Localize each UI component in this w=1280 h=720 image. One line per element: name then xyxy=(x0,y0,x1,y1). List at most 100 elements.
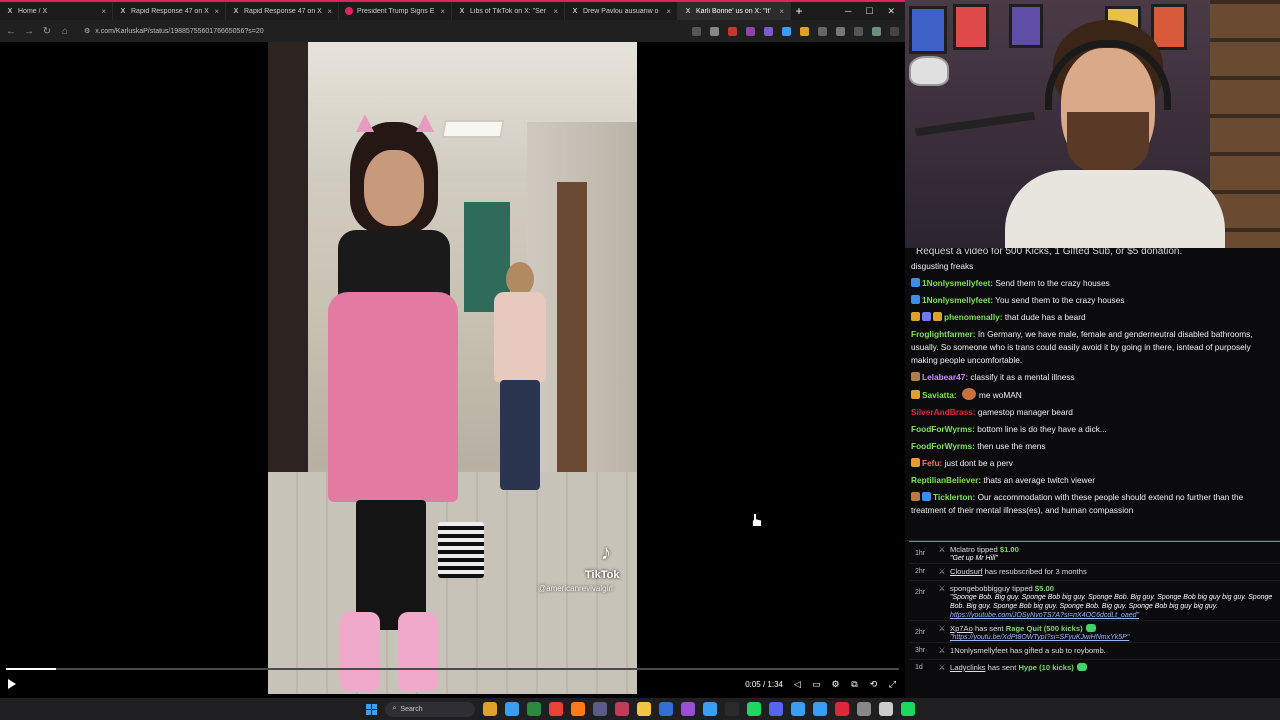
taskbar-app-icon[interactable] xyxy=(680,702,695,716)
browser-tab[interactable]: X Libs of TikTok on X: "Ser × xyxy=(452,2,565,20)
menu-icon[interactable] xyxy=(890,26,899,36)
settings-gear-icon[interactable]: ⚙ xyxy=(831,679,840,689)
taskbar-app-icon[interactable] xyxy=(636,702,651,716)
taskbar-app-icon[interactable] xyxy=(504,702,519,716)
close-tab-icon[interactable]: × xyxy=(779,7,784,16)
forward-icon[interactable]: → xyxy=(24,26,34,37)
taskbar-app-icon[interactable] xyxy=(658,702,673,716)
taskbar-app-icon[interactable] xyxy=(900,702,915,716)
install-icon[interactable] xyxy=(692,26,701,36)
taskbar-app-icon[interactable] xyxy=(768,702,783,716)
browser-tab[interactable]: President Trump Signs E × xyxy=(339,2,452,20)
bookmark-star-icon[interactable] xyxy=(710,26,719,36)
event-username[interactable]: Ladyclinks xyxy=(950,663,985,672)
chat-username[interactable]: ReptilianBeliever: xyxy=(911,475,981,485)
start-icon[interactable] xyxy=(365,703,377,715)
tab-title: Drew Pavlou ausuanw o xyxy=(583,7,659,15)
chat-text: bottom line is do they have a dick... xyxy=(977,424,1107,434)
play-icon[interactable] xyxy=(8,679,16,689)
back-icon[interactable]: ← xyxy=(6,26,16,37)
event-username[interactable]: 1Nonlysmellyfeet xyxy=(950,646,1008,655)
event-link[interactable]: "https://youtu.be/XdPt8OWTypI?si=SFyuKJw… xyxy=(950,633,1280,642)
extension-icon[interactable] xyxy=(728,26,737,36)
taskbar-app-icon[interactable] xyxy=(790,702,805,716)
event-username[interactable]: Mclatro xyxy=(950,545,975,554)
browser-tab[interactable]: X Rapid Response 47 on X × xyxy=(226,2,339,20)
taskbar-app-icon[interactable] xyxy=(834,702,849,716)
extension-icon[interactable] xyxy=(746,26,755,36)
taskbar-app-icon[interactable] xyxy=(482,702,497,716)
taskbar-app-icon[interactable] xyxy=(614,702,629,716)
close-tab-icon[interactable]: × xyxy=(666,7,671,16)
extension-icon[interactable] xyxy=(800,26,809,36)
chat-message: 1Nonlysmellyfeet: Send them to the crazy… xyxy=(911,277,1272,290)
browser-tab[interactable]: X Karli Bonne' us on X: "It' × xyxy=(678,2,791,20)
browser-tab[interactable]: X Rapid Response 47 on X × xyxy=(113,2,226,20)
taskbar-app-icon[interactable] xyxy=(746,702,761,716)
taskbar-app-icon[interactable] xyxy=(592,702,607,716)
pip-icon[interactable]: ⧉ xyxy=(850,679,859,689)
chat-message: disgusting freaks xyxy=(911,260,1272,273)
event-username[interactable]: spongebobbigguy xyxy=(950,584,1010,593)
close-tab-icon[interactable]: × xyxy=(101,7,106,16)
taskbar-app-icon[interactable] xyxy=(856,702,871,716)
chat-username[interactable]: Ticklerton: xyxy=(933,492,975,502)
extension-icon[interactable] xyxy=(764,26,773,36)
taskbar-app-icon[interactable] xyxy=(724,702,739,716)
video-progress-bar[interactable] xyxy=(6,668,899,670)
extension-icon[interactable] xyxy=(782,26,791,36)
chat-message: SilverAndBrass: gamestop manager beard xyxy=(911,406,1272,419)
event-body: Xp7Ao has sent Rage Quit (500 kicks) "htt… xyxy=(947,624,1280,642)
x-icon: X xyxy=(233,7,239,15)
chat-username[interactable]: Lelabear47: xyxy=(922,372,968,382)
event-username[interactable]: Cloudsurf xyxy=(950,567,983,576)
volume-icon[interactable]: ◁ xyxy=(793,679,802,689)
minimize-icon[interactable]: ─ xyxy=(845,6,851,16)
close-window-icon[interactable]: ✕ xyxy=(887,6,895,17)
chat-username[interactable]: Saviatta: xyxy=(922,390,957,400)
taskbar-app-icon[interactable] xyxy=(526,702,541,716)
taskbar-app-icon[interactable] xyxy=(812,702,827,716)
chat-username[interactable]: FoodForWyrms: xyxy=(911,424,975,434)
close-tab-icon[interactable]: × xyxy=(327,7,332,16)
event-amount: Rage Quit (500 kicks) xyxy=(1005,624,1083,633)
puzzle-icon[interactable] xyxy=(818,26,827,36)
fullscreen-icon[interactable]: ⤢ xyxy=(888,679,897,689)
chat-username[interactable]: FoodForWyrms: xyxy=(911,441,975,451)
chat-text: Send them to the crazy houses xyxy=(995,278,1110,288)
translate-icon[interactable] xyxy=(854,26,863,36)
kicks-gem-icon xyxy=(1085,624,1096,632)
chat-username[interactable]: Fefu: xyxy=(922,458,942,468)
new-tab-button[interactable]: + xyxy=(791,2,807,20)
close-tab-icon[interactable]: × xyxy=(440,7,445,16)
chat-username[interactable]: Froglightfarmer: xyxy=(911,329,976,339)
chat-username[interactable]: SilverAndBrass: xyxy=(911,407,976,417)
chat-text: classify it as a mental illness xyxy=(970,372,1075,382)
reload-icon[interactable]: ↻ xyxy=(42,26,52,37)
home-icon[interactable]: ⌂ xyxy=(60,26,70,37)
chat-username[interactable]: phenomenally: xyxy=(944,312,1003,322)
taskbar-app-icon[interactable] xyxy=(878,702,893,716)
browser-tab[interactable]: X Home / X × xyxy=(0,2,113,20)
event-username[interactable]: Xp7Ao xyxy=(950,624,973,633)
url-field[interactable]: ⚙ x.com/KarluskaP/status/198857556017666… xyxy=(78,23,638,39)
taskbar-app-icon[interactable] xyxy=(548,702,563,716)
captions-icon[interactable]: ▭ xyxy=(812,679,821,689)
close-tab-icon[interactable]: × xyxy=(214,7,219,16)
maximize-icon[interactable]: ☐ xyxy=(865,6,873,17)
video-player[interactable]: ♪ TikTok @americanrevivalgirl 0:05 / 1:3… xyxy=(0,42,905,698)
profile-avatar-icon[interactable] xyxy=(872,26,881,36)
chat-username[interactable]: 1Nonlysmellyfeet: xyxy=(922,295,993,305)
close-tab-icon[interactable]: × xyxy=(553,7,558,16)
event-link[interactable]: https://youtube.com/JOSyNvoTS7A?si=nX4OC… xyxy=(950,611,1280,620)
site-info-icon[interactable]: ⚙ xyxy=(84,27,90,35)
sidebar-icon[interactable] xyxy=(836,26,845,36)
taskbar-search[interactable]: ⌕ Search xyxy=(384,701,475,717)
taskbar-app-icon[interactable] xyxy=(570,702,585,716)
video-frame[interactable]: ♪ TikTok @americanrevivalgirl xyxy=(268,42,637,694)
chat-username[interactable]: 1Nonlysmellyfeet: xyxy=(922,278,993,288)
browser-tab[interactable]: X Drew Pavlou ausuanw o × xyxy=(565,2,678,20)
chat-badge-icon xyxy=(911,390,920,399)
taskbar-app-icon[interactable] xyxy=(702,702,717,716)
loop-icon[interactable]: ⟲ xyxy=(869,679,878,689)
